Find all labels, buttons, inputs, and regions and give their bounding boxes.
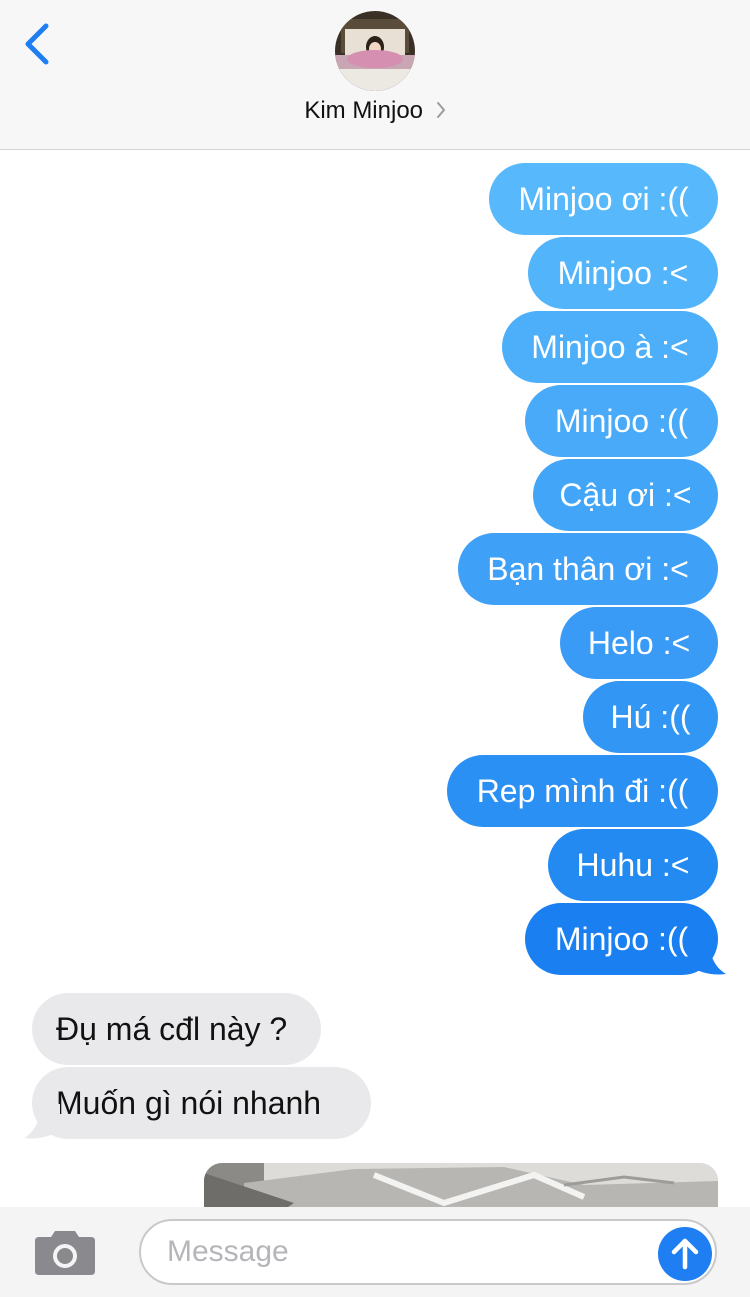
contact-avatar[interactable] (335, 11, 415, 91)
sent-message[interactable]: Helo :< (560, 607, 718, 679)
arrow-up-icon (671, 1238, 699, 1270)
sent-message[interactable]: Minjoo :(( (525, 385, 718, 457)
sent-message[interactable]: Rep mình đi :(( (447, 755, 718, 827)
sent-message[interactable]: Minjoo à :< (502, 311, 718, 383)
sent-message[interactable]: Minjoo ơi :(( (489, 163, 718, 235)
send-button[interactable] (658, 1227, 712, 1281)
camera-icon (35, 1231, 95, 1275)
received-message[interactable]: Muốn gì nói nhanh (32, 1067, 371, 1139)
sent-message[interactable]: Huhu :< (548, 829, 718, 901)
message-input[interactable] (139, 1219, 717, 1285)
received-bubble-tail (24, 1104, 60, 1139)
contact-name: Kim Minjoo (304, 97, 424, 124)
avatar-photo (335, 11, 415, 91)
contact-name-button[interactable]: Kim Minjoo (0, 97, 750, 126)
back-button[interactable] (18, 20, 58, 68)
chevron-right-icon (436, 98, 446, 126)
sent-message[interactable]: Hú :(( (583, 681, 718, 753)
chevron-left-icon (25, 23, 49, 65)
camera-button[interactable] (33, 1227, 97, 1277)
received-message[interactable]: Đụ má cđl này ? (32, 993, 321, 1065)
sent-message[interactable]: Bạn thân ơi :< (458, 533, 718, 605)
sent-message[interactable]: Minjoo :< (528, 237, 718, 309)
sent-bubble-tail (690, 940, 726, 975)
conversation-header: Kim Minjoo (0, 0, 750, 150)
compose-bar (0, 1207, 750, 1297)
sent-message[interactable]: Cậu ơi :< (533, 459, 718, 531)
